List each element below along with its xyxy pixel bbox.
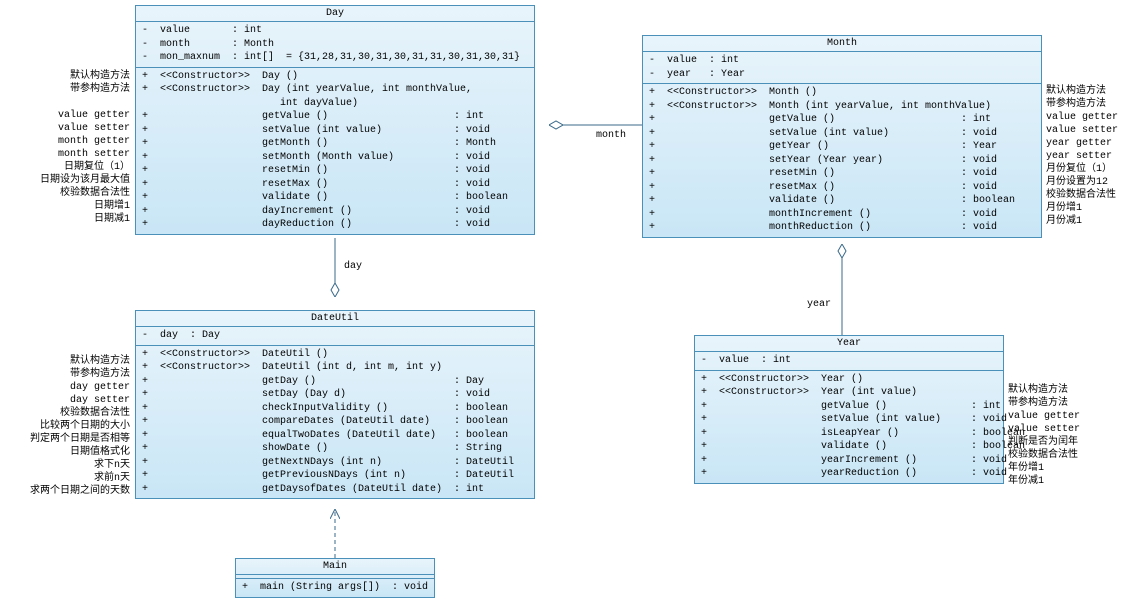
class-year: Year - value : int + <<Constructor>> Yea… bbox=[694, 335, 1004, 484]
label-month: month bbox=[596, 130, 626, 141]
annotation-year: 默认构造方法 带参构造方法 value getter value setter … bbox=[1008, 384, 1080, 488]
class-day-attrs: - value : int - month : Month - mon_maxn… bbox=[136, 22, 534, 68]
class-dateutil: DateUtil - day : Day + <<Constructor>> D… bbox=[135, 310, 535, 499]
class-day-ops: + <<Constructor>> Day () + <<Constructor… bbox=[136, 68, 534, 234]
class-month: Month - value : int - year : Year + <<Co… bbox=[642, 35, 1042, 238]
label-year: year bbox=[807, 299, 831, 310]
class-dateutil-title: DateUtil bbox=[136, 311, 534, 327]
class-dateutil-attrs: - day : Day bbox=[136, 327, 534, 346]
class-month-attrs: - value : int - year : Year bbox=[643, 52, 1041, 84]
class-main-title: Main bbox=[236, 559, 434, 575]
class-day: Day - value : int - month : Month - mon_… bbox=[135, 5, 535, 235]
class-year-ops: + <<Constructor>> Year () + <<Constructo… bbox=[695, 371, 1003, 483]
class-year-attrs: - value : int bbox=[695, 352, 1003, 371]
class-month-title: Month bbox=[643, 36, 1041, 52]
class-main: Main + main (String args[]) : void bbox=[235, 558, 435, 598]
class-year-title: Year bbox=[695, 336, 1003, 352]
label-day: day bbox=[344, 261, 362, 272]
class-dateutil-ops: + <<Constructor>> DateUtil () + <<Constr… bbox=[136, 346, 534, 499]
annotation-month: 默认构造方法 带参构造方法 value getter value setter … bbox=[1046, 85, 1118, 228]
class-day-title: Day bbox=[136, 6, 534, 22]
class-month-ops: + <<Constructor>> Month () + <<Construct… bbox=[643, 84, 1041, 237]
annotation-day: 默认构造方法 带参构造方法 value getter value setter … bbox=[0, 70, 130, 226]
class-main-ops: + main (String args[]) : void bbox=[236, 579, 434, 597]
annotation-dateutil: 默认构造方法 带参构造方法 day getter day setter 校验数据… bbox=[0, 355, 130, 498]
